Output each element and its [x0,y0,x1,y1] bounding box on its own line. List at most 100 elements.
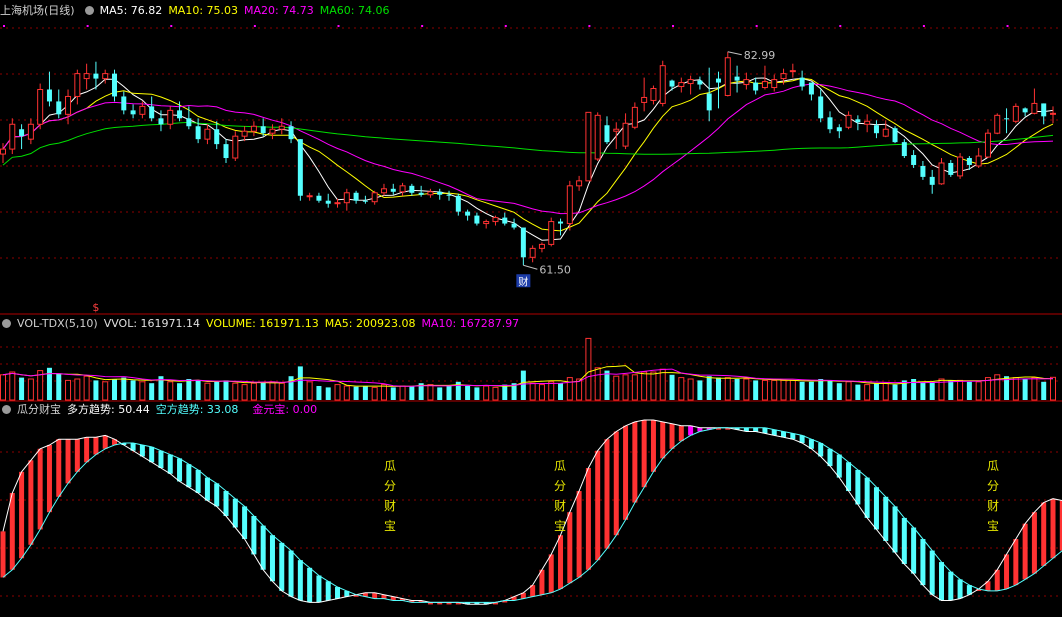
settings-icon[interactable] [2,319,11,328]
high-price-label: 82.99 [744,49,776,62]
candle-body-down [288,126,294,140]
dividend-marker: $ [92,301,99,314]
volume-bar-down [121,377,127,400]
candle-body-up [789,70,796,73]
volume-bar-up [687,378,694,401]
candle-body-down [56,101,62,115]
candle-body-down [799,77,805,87]
volume-bar-down [966,381,972,400]
volume-bar-up [371,386,378,401]
candle-body-up [641,96,648,103]
candle-body-down [325,200,331,204]
candle-body-down [901,142,907,157]
candle-body-down [669,80,675,87]
candle-body-up [269,128,276,134]
candle-body-up [687,79,694,85]
bear-bar [883,496,889,541]
volume-bar-up [594,367,601,401]
volume-bar-up [1012,377,1019,401]
volume-bar-down [808,381,814,400]
volume-bar-up [343,385,350,401]
candle-body-down [511,223,517,228]
bull-bar [994,569,1000,591]
candle-body-down [297,139,303,196]
candle-body-up [1012,105,1019,122]
candle-body-down [260,126,266,134]
ma20-value: MA20: 74.73 [244,4,314,17]
candle-body-up [380,188,387,194]
candle-body-down [446,194,452,196]
bear-bar [892,506,898,553]
bear-bar [279,542,285,591]
candle-body-down [362,200,368,202]
volume-bar-down [446,386,452,400]
bear-bar [223,491,229,516]
main-panel-header: 上海机场(日线) MA5: 76.82 MA10: 75.03 MA20: 74.73… [0,3,395,19]
volume-bar-down [818,379,824,400]
bear-bar [242,506,248,540]
candle-body-down [920,165,926,177]
volume-bar-down [112,379,118,400]
volume-bar-down [715,377,721,400]
volume-bar-down [920,381,926,400]
volume-bar-down [186,379,192,400]
candle-body-up [771,79,778,89]
bull-bar [632,421,638,503]
indicator-bars [0,420,1062,605]
volume-bar-down [46,367,52,400]
candle-body-down [437,191,443,195]
vol-ma10-value: MA10: 167287.97 [421,317,520,330]
candle-body-up [566,185,573,225]
bull-bar [604,439,610,549]
volume-bar-up [585,337,592,401]
volume-bar-up [548,381,555,401]
volume-bar-up [1050,376,1056,401]
annotation-2: 瓜分财宝 [553,459,566,533]
top-marker-dot [839,25,842,27]
ma60-value: MA60: 74.06 [319,4,390,17]
candle-body-up [74,73,81,97]
bear-bar [957,579,963,599]
bear-bar [325,581,331,601]
bear-bar [186,464,192,488]
volume-bar-down [195,380,201,400]
settings-icon[interactable] [2,405,11,414]
volume-bar-up [0,374,6,401]
bull-bar [1022,523,1028,580]
settings-icon[interactable] [84,6,94,15]
bull-bar [37,448,43,530]
candle-body-down [715,78,721,83]
candle-body-up [650,88,657,101]
volume-bar-down [827,380,833,400]
gold-value: 金元宝: 0.00 [252,403,318,416]
candle-body-up [492,217,499,223]
volume-bar-up [641,371,648,401]
candle-body-up [613,128,620,132]
volume-bar-up [771,379,778,401]
volume-bar-down [836,383,842,400]
candle-body-down [19,129,25,137]
volume-bar-up [975,381,982,401]
candle-body-down [112,73,118,97]
bull-bar [56,439,62,497]
bull-bar [613,431,619,536]
candle-body-up [250,125,257,132]
bear-bar [251,516,257,555]
volume-bar-up [278,382,285,401]
candle-body-down [604,125,610,143]
candle-body-up [659,65,666,104]
bear-bar [195,469,201,493]
candle-body-down [418,192,424,195]
grid-lines [0,25,1062,597]
volume-bar-up [306,381,313,401]
volume-bar-up [659,368,666,401]
bear-bar [335,587,341,599]
top-marker-dot [504,25,507,27]
volume-bar-up [241,384,248,401]
volume-bar-down [297,366,303,400]
volume-bars [0,337,1056,401]
volume-bar-up [9,371,16,401]
candle-body-down [827,117,833,130]
volume-bar-down [734,379,740,400]
candle-body-down [316,195,322,201]
